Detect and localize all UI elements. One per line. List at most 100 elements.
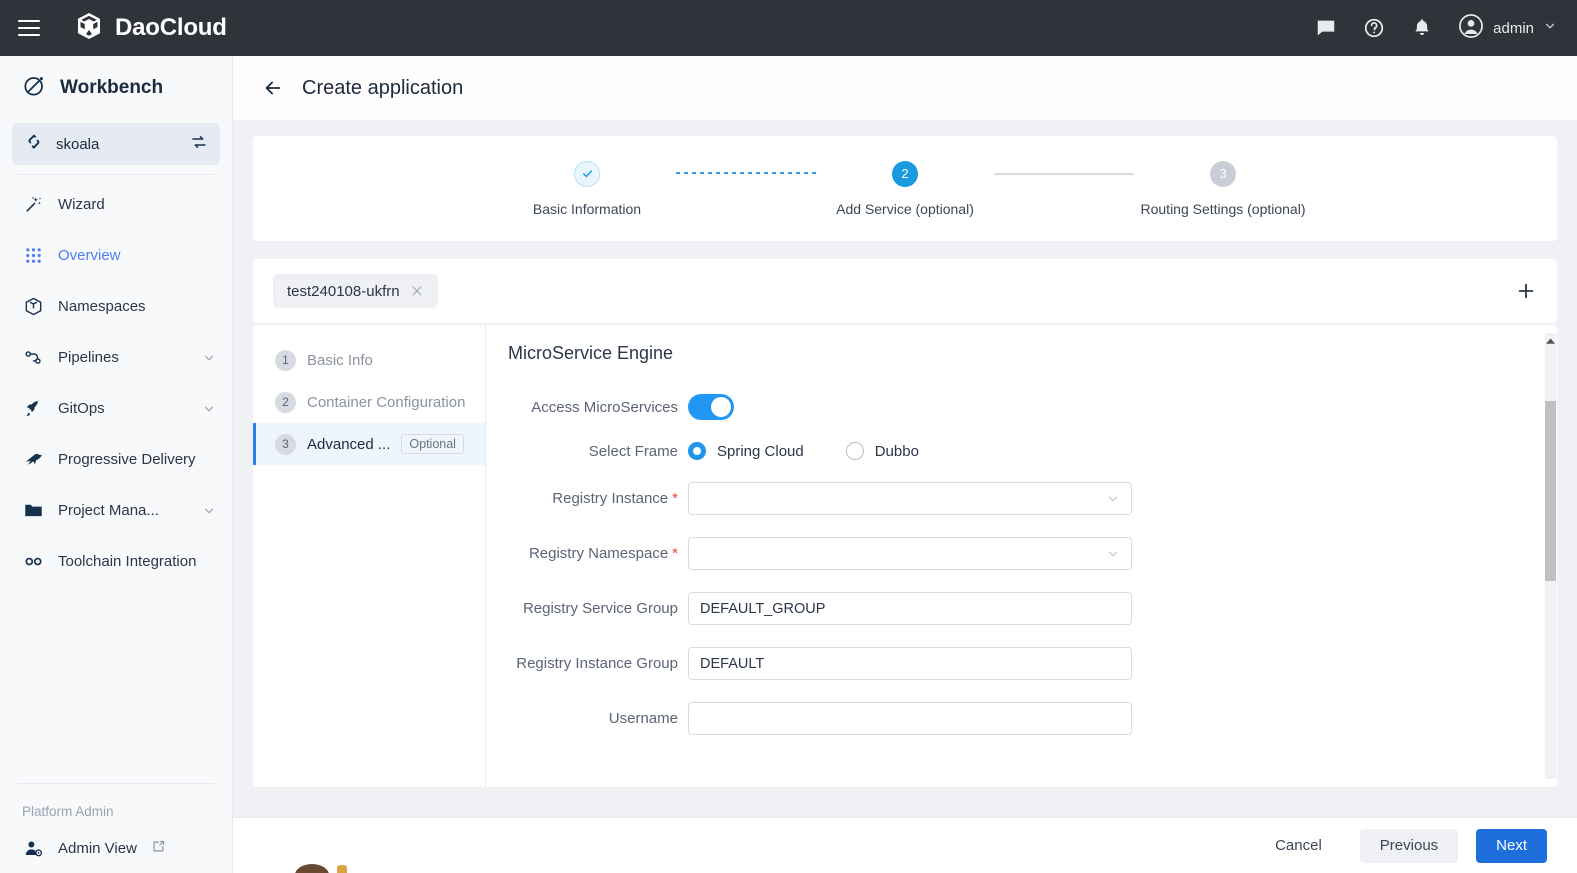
chevron-down-icon[interactable] <box>202 402 216 416</box>
service-chip[interactable]: test240108-ukfrn <box>273 274 438 308</box>
widget-badge-icon <box>337 865 347 873</box>
sidebar-label: Namespaces <box>58 298 216 315</box>
top-bar: DaoCloud <box>0 0 1577 56</box>
required-asterisk: * <box>672 545 678 562</box>
field-row-select-frame: Select Frame Spring Cloud Dubbo <box>508 442 1557 460</box>
floating-widget-peek[interactable] <box>295 863 395 873</box>
sidebar-label: Admin View <box>58 840 137 857</box>
sidebar-item-pipelines[interactable]: Pipelines <box>0 332 232 383</box>
pipeline-icon <box>22 347 44 369</box>
sidebar-label: Wizard <box>58 196 216 213</box>
registry-instance-group-input[interactable]: DEFAULT <box>688 647 1132 680</box>
scrollbar-thumb[interactable] <box>1545 401 1556 581</box>
sidebar-nav: Wizard Overview Namespaces <box>0 179 232 783</box>
field-control: Spring Cloud Dubbo <box>688 442 1132 460</box>
username-input[interactable] <box>688 702 1132 735</box>
service-chip-label: test240108-ukfrn <box>287 283 400 300</box>
infinity-icon <box>22 551 44 573</box>
service-tab-bar: test240108-ukfrn <box>253 259 1557 323</box>
registry-namespace-select[interactable] <box>688 537 1132 570</box>
close-icon[interactable] <box>410 284 424 298</box>
workbench-icon <box>22 73 47 103</box>
service-config-card: 1 Basic Info 2 Container Configuration 3… <box>253 325 1557 787</box>
workbench-header[interactable]: Workbench <box>0 56 232 120</box>
chevron-down-icon[interactable] <box>1543 19 1557 38</box>
daocloud-cube-icon <box>74 11 104 46</box>
widget-avatar-icon <box>295 864 329 873</box>
field-row-access-microservices: Access MicroServices <box>508 394 1557 420</box>
field-label: Registry Instance* <box>508 490 688 507</box>
field-label: Registry Service Group <box>508 600 688 617</box>
rocket-icon <box>22 398 44 420</box>
chevron-down-icon[interactable] <box>202 504 216 518</box>
stepper-step-basic-information[interactable]: Basic Information <box>498 161 676 217</box>
brand-name: DaoCloud <box>115 14 227 42</box>
registry-instance-group-value: DEFAULT <box>700 656 764 672</box>
arrow-left-icon[interactable] <box>260 75 286 101</box>
stepper-step-routing-settings[interactable]: 3 Routing Settings (optional) <box>1134 161 1312 217</box>
sidebar-item-namespaces[interactable]: Namespaces <box>0 281 232 332</box>
workbench-title: Workbench <box>60 77 163 99</box>
optional-badge: Optional <box>401 434 464 454</box>
help-icon[interactable] <box>1362 16 1386 40</box>
sidebar-label: Progressive Delivery <box>58 451 216 468</box>
registry-service-group-value: DEFAULT_GROUP <box>700 601 825 617</box>
radio-option-dubbo[interactable]: Dubbo <box>846 442 919 460</box>
step-marker <box>574 161 600 187</box>
form-step-advanced[interactable]: 3 Advanced ... Optional <box>253 423 485 465</box>
form-scrollbar[interactable] <box>1543 325 1557 787</box>
wizard-footer: Cancel Previous Next <box>233 817 1577 873</box>
sidebar-item-gitops[interactable]: GitOps <box>0 383 232 434</box>
sidebar-item-project-management[interactable]: Project Mana... <box>0 485 232 536</box>
stepper-connector-1 <box>676 161 816 187</box>
switch-icon[interactable] <box>190 133 208 156</box>
hamburger-icon[interactable] <box>18 13 48 43</box>
sidebar-item-wizard[interactable]: Wizard <box>0 179 232 230</box>
radio-icon <box>688 442 706 460</box>
form-step-container-configuration[interactable]: 2 Container Configuration <box>253 381 485 423</box>
step-label: Basic Information <box>533 201 641 217</box>
registry-instance-select[interactable] <box>688 482 1132 515</box>
form-step-basic-info[interactable]: 1 Basic Info <box>253 339 485 381</box>
brand-logo[interactable]: DaoCloud <box>74 11 227 46</box>
project-selector[interactable]: skoala <box>12 123 220 165</box>
field-row-username: Username <box>508 702 1557 735</box>
step-label: Add Service (optional) <box>836 201 974 217</box>
chat-icon[interactable] <box>1314 16 1338 40</box>
form-body: MicroService Engine Access MicroServices… <box>486 325 1557 787</box>
sidebar-label: GitOps <box>58 400 188 417</box>
radio-option-spring-cloud[interactable]: Spring Cloud <box>688 442 804 460</box>
plus-icon[interactable] <box>1509 274 1543 308</box>
bell-icon[interactable] <box>1410 16 1434 40</box>
next-button[interactable]: Next <box>1476 829 1547 863</box>
form-step-number: 3 <box>275 434 296 455</box>
user-name: admin <box>1493 20 1534 37</box>
registry-service-group-input[interactable]: DEFAULT_GROUP <box>688 592 1132 625</box>
admin-user-icon <box>22 837 44 859</box>
field-label: Username <box>508 710 688 727</box>
external-link-icon <box>151 839 166 858</box>
form-step-number: 2 <box>275 392 296 413</box>
page-header: Create application <box>233 56 1577 121</box>
previous-button[interactable]: Previous <box>1360 829 1458 863</box>
scroll-up-icon[interactable] <box>1545 334 1556 348</box>
form-step-label: Advanced ... <box>307 436 390 453</box>
user-menu[interactable]: admin <box>1458 13 1557 44</box>
sidebar-item-admin-view[interactable]: Admin View <box>0 827 232 859</box>
form-step-label: Basic Info <box>307 352 373 369</box>
form-step-number: 1 <box>275 350 296 371</box>
grid-icon <box>22 245 44 267</box>
field-label: Registry Instance Group <box>508 655 688 672</box>
field-row-registry-namespace: Registry Namespace* <box>508 537 1557 570</box>
sidebar-label: Pipelines <box>58 349 188 366</box>
access-microservices-toggle[interactable] <box>688 394 734 420</box>
sidebar-item-overview[interactable]: Overview <box>0 230 232 281</box>
stepper-step-add-service[interactable]: 2 Add Service (optional) <box>816 161 994 217</box>
field-row-registry-service-group: Registry Service Group DEFAULT_GROUP <box>508 592 1557 625</box>
cancel-button[interactable]: Cancel <box>1255 829 1342 863</box>
sidebar-item-toolchain-integration[interactable]: Toolchain Integration <box>0 536 232 587</box>
chevron-down-icon[interactable] <box>202 351 216 365</box>
radio-icon <box>846 442 864 460</box>
sidebar-item-progressive-delivery[interactable]: Progressive Delivery <box>0 434 232 485</box>
sidebar-divider <box>17 174 215 175</box>
